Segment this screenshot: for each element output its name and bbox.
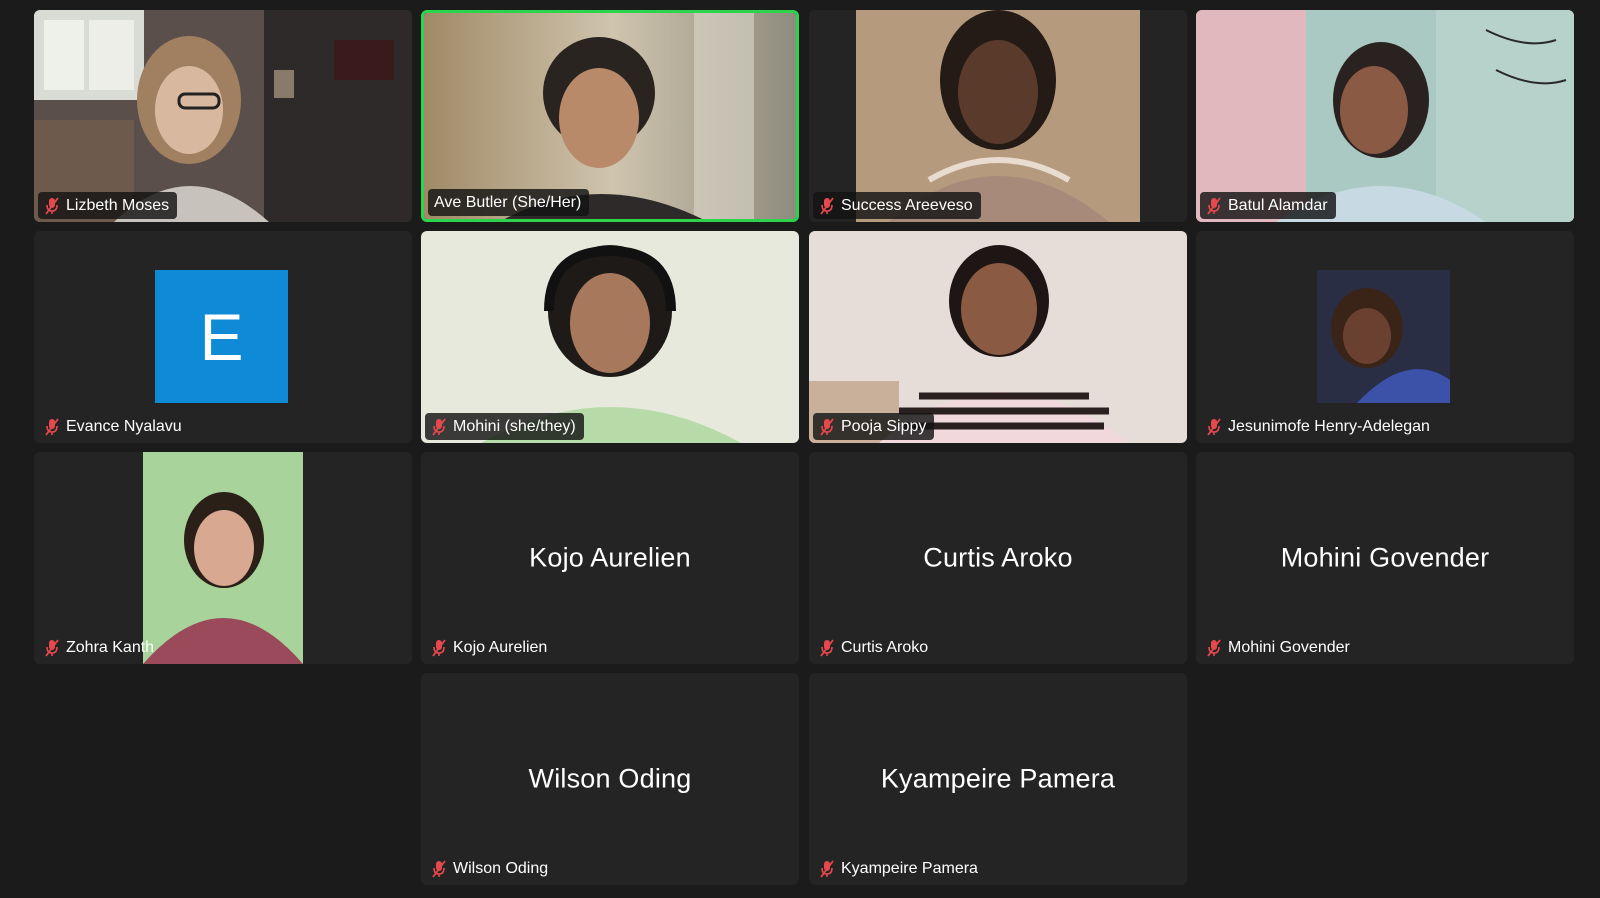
participant-nameplate: Jesunimofe Henry-Adelegan [1200, 413, 1438, 440]
participant-video [34, 10, 412, 222]
participant-tile-wilson-oding[interactable]: Wilson Oding Wilson Oding [421, 673, 799, 885]
participant-nameplate: Kyampeire Pamera [813, 855, 986, 882]
participant-name: Kyampeire Pamera [841, 859, 978, 877]
microphone-muted-icon [820, 196, 834, 215]
participant-display-name: Kyampeire Pamera [880, 763, 1116, 794]
participant-tile-pooja-sippy[interactable]: Pooja Sippy [809, 231, 1187, 443]
participant-tile-kojo-aurelien[interactable]: Kojo Aurelien Kojo Aurelien [421, 452, 799, 664]
participant-tile-mohini-govender[interactable]: Mohini Govender Mohini Govender [1196, 452, 1574, 664]
microphone-muted-icon [1207, 417, 1221, 436]
participant-name: Kojo Aurelien [453, 638, 548, 656]
participant-tile-batul-alamdar[interactable]: Batul Alamdar [1196, 10, 1574, 222]
microphone-muted-icon [45, 638, 59, 657]
participant-display-name: Mohini Govender [1280, 542, 1490, 573]
avatar: E [155, 270, 288, 403]
participant-nameplate: Zohra Kanth [38, 634, 162, 661]
microphone-muted-icon [820, 859, 834, 878]
microphone-muted-icon [820, 638, 834, 657]
participant-name: Zohra Kanth [66, 638, 155, 656]
participant-video [34, 452, 412, 664]
participant-tile-evance-nyalavu[interactable]: E Evance Nyalavu [34, 231, 412, 443]
participant-display-name: Curtis Aroko [923, 542, 1073, 573]
participant-nameplate: Wilson Oding [425, 855, 556, 882]
microphone-muted-icon [45, 417, 59, 436]
participant-nameplate: Lizbeth Moses [38, 192, 178, 219]
participant-name: Ave Butler (She/Her) [434, 193, 582, 211]
participant-name: Lizbeth Moses [66, 196, 170, 214]
microphone-muted-icon [820, 417, 834, 436]
participant-video [1196, 10, 1574, 222]
participant-nameplate: Evance Nyalavu [38, 413, 190, 440]
participant-name: Batul Alamdar [1228, 196, 1328, 214]
participant-tile-kyampeire-pamera[interactable]: Kyampeire Pamera Kyampeire Pamera [809, 673, 1187, 885]
participant-tile-mohini-she-they[interactable]: Mohini (she/they) [421, 231, 799, 443]
participant-nameplate: Pooja Sippy [813, 413, 935, 440]
participant-nameplate: Mohini (she/they) [425, 413, 584, 440]
participant-tile-curtis-aroko[interactable]: Curtis Aroko Curtis Aroko [809, 452, 1187, 664]
participant-nameplate: Batul Alamdar [1200, 192, 1336, 219]
participant-video [421, 231, 799, 443]
microphone-muted-icon [432, 638, 446, 657]
participant-video [809, 231, 1187, 443]
participant-name: Mohini Govender [1228, 638, 1350, 656]
participant-nameplate: Ave Butler (She/Her) [428, 189, 590, 216]
participant-display-name: Kojo Aurelien [529, 542, 691, 573]
microphone-muted-icon [1207, 196, 1221, 215]
microphone-muted-icon [432, 417, 446, 436]
microphone-muted-icon [432, 859, 446, 878]
participant-name: Success Areeveso [841, 196, 973, 214]
participant-nameplate: Curtis Aroko [813, 634, 936, 661]
avatar [1317, 270, 1450, 403]
participant-tile-ave-butler[interactable]: Ave Butler (She/Her) [421, 10, 799, 222]
microphone-muted-icon [45, 196, 59, 215]
participant-nameplate: Kojo Aurelien [425, 634, 555, 661]
participant-nameplate: Success Areeveso [813, 192, 981, 219]
participant-name: Wilson Oding [453, 859, 549, 877]
participant-name: Jesunimofe Henry-Adelegan [1228, 417, 1430, 435]
participant-name: Curtis Aroko [841, 638, 929, 656]
participant-name: Mohini (she/they) [453, 417, 576, 435]
participant-nameplate: Mohini Govender [1200, 634, 1358, 661]
participant-name: Pooja Sippy [841, 417, 927, 435]
microphone-muted-icon [1207, 638, 1221, 657]
participant-name: Evance Nyalavu [66, 417, 182, 435]
participant-tile-success-areeveso[interactable]: Success Areeveso [809, 10, 1187, 222]
participant-video [809, 10, 1187, 222]
video-gallery: Lizbeth Moses Ave Butler (She/Her) Succe… [0, 0, 1600, 898]
participant-tile-jesunimofe-henry-adelegan[interactable]: Jesunimofe Henry-Adelegan [1196, 231, 1574, 443]
participant-tile-lizbeth-moses[interactable]: Lizbeth Moses [34, 10, 412, 222]
participant-display-name: Wilson Oding [528, 763, 692, 794]
participant-tile-zohra-kanth[interactable]: Zohra Kanth [34, 452, 412, 664]
